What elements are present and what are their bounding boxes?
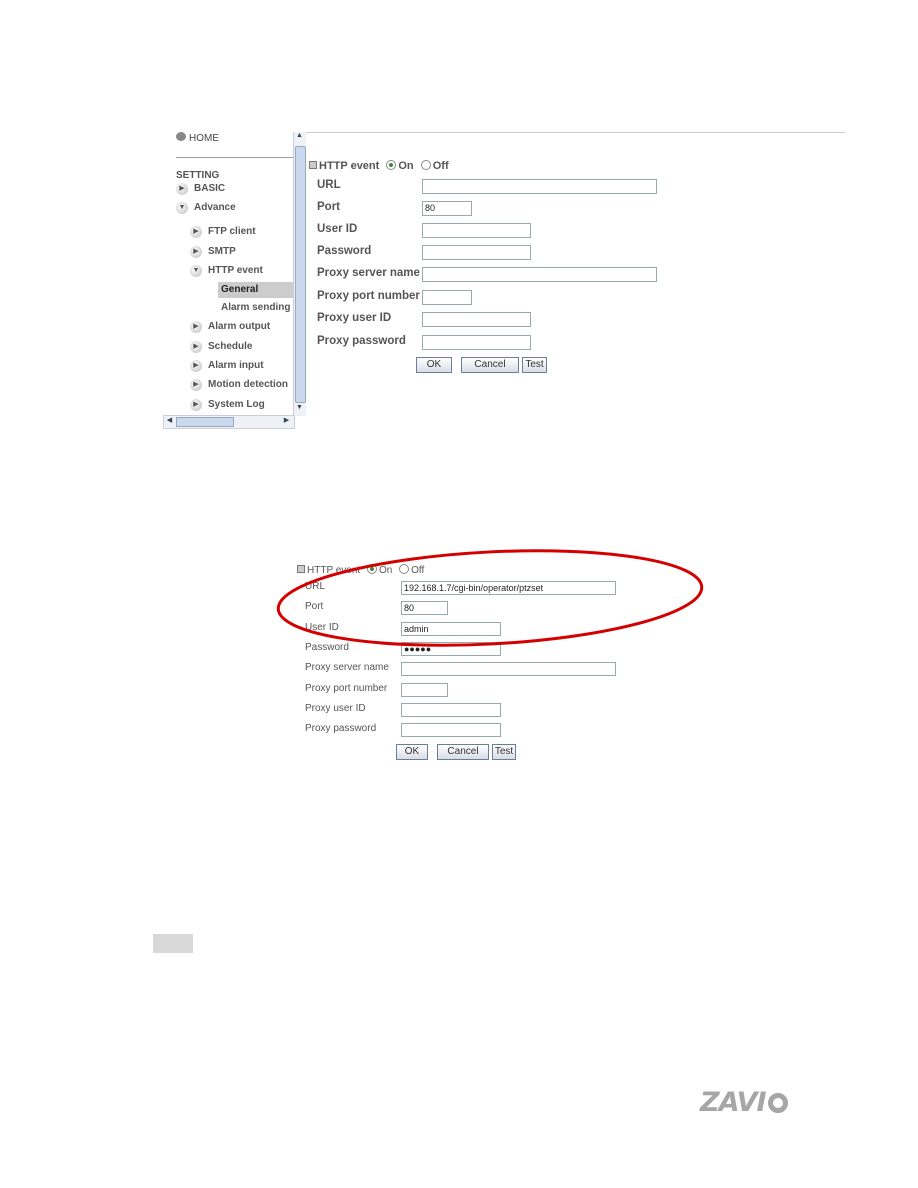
screenshot-2: HTTP event On Off URL 192.168.1.7/cgi-bin… — [276, 549, 720, 765]
port-input[interactable]: 80 — [422, 201, 472, 216]
test-button[interactable]: Test — [492, 744, 516, 760]
user-id-label: User ID — [317, 223, 358, 235]
expand-right-icon[interactable]: ▶ — [190, 399, 202, 411]
sidebar-item-http-event[interactable]: HTTP event — [208, 265, 263, 276]
password-input[interactable] — [422, 245, 531, 260]
highlight-ellipse — [276, 549, 704, 647]
scroll-thumb-h[interactable] — [176, 417, 234, 427]
sidebar-item-system-log[interactable]: System Log — [208, 399, 265, 410]
sidebar: HOME SETTING ▶ BASIC ▼ Advance ▶ FTP client ▶ S… — [163, 128, 306, 430]
scroll-right-arrow[interactable]: ▶ — [281, 416, 292, 424]
bullet-icon — [309, 161, 317, 169]
expand-right-icon[interactable]: ▶ — [176, 183, 188, 195]
expand-right-icon[interactable]: ▶ — [190, 341, 202, 353]
password-label: Password — [317, 245, 372, 257]
scroll-down-arrow[interactable]: ▼ — [294, 404, 305, 415]
scroll-thumb[interactable] — [295, 146, 306, 403]
ok-button[interactable]: OK — [416, 357, 452, 373]
cancel-button[interactable]: Cancel — [461, 357, 519, 373]
manual-page: HOME SETTING ▶ BASIC ▼ Advance ▶ FTP client ▶ S… — [0, 0, 918, 1188]
zavio-logo: ZAVI — [700, 1087, 788, 1118]
scroll-up-arrow[interactable]: ▲ — [294, 132, 305, 143]
ok-button[interactable]: OK — [396, 744, 428, 760]
proxy-user-id-label: Proxy user ID — [305, 703, 366, 714]
proxy-user-id-label: Proxy user ID — [317, 312, 392, 324]
user-id-input[interactable] — [422, 223, 531, 238]
proxy-password-label: Proxy password — [317, 335, 406, 347]
proxy-user-id-input[interactable] — [401, 703, 501, 717]
http-event-header: HTTP event On Off — [309, 160, 449, 172]
top-divider — [305, 132, 845, 133]
vertical-scrollbar[interactable]: ▲ ▼ — [293, 132, 306, 416]
sidebar-item-basic[interactable]: BASIC — [194, 183, 225, 194]
proxy-server-name-input[interactable] — [422, 267, 657, 282]
sidebar-item-schedule[interactable]: Schedule — [208, 341, 252, 352]
on-radio[interactable] — [386, 160, 397, 170]
proxy-password-input[interactable] — [422, 335, 531, 350]
sidebar-item-alarm-output[interactable]: Alarm output — [208, 321, 270, 332]
sidebar-divider — [176, 157, 293, 158]
sidebar-item-advance[interactable]: Advance — [194, 202, 236, 213]
off-radio[interactable] — [420, 160, 431, 170]
url-label: URL — [317, 179, 341, 191]
horizontal-scrollbar[interactable]: ◀ ▶ — [163, 415, 295, 429]
sidebar-item-ftp-client[interactable]: FTP client — [208, 226, 256, 237]
expand-right-icon[interactable]: ▶ — [190, 321, 202, 333]
sidebar-item-smtp[interactable]: SMTP — [208, 246, 236, 257]
sidebar-item-alarm-sending[interactable]: Alarm sending — [221, 302, 290, 313]
expand-right-icon[interactable]: ▶ — [190, 226, 202, 238]
proxy-password-input[interactable] — [401, 723, 501, 737]
expand-right-icon[interactable]: ▶ — [190, 246, 202, 258]
proxy-port-number-label: Proxy port number — [317, 290, 420, 302]
gray-marker — [153, 934, 193, 953]
proxy-port-number-input[interactable] — [401, 683, 448, 697]
expand-right-icon[interactable]: ▶ — [190, 360, 202, 372]
expand-down-icon[interactable]: ▼ — [190, 265, 202, 277]
proxy-password-label: Proxy password — [305, 723, 377, 734]
home-link[interactable]: HOME — [189, 133, 219, 144]
proxy-server-name-label: Proxy server name — [317, 267, 420, 279]
port-label: Port — [317, 201, 340, 213]
home-icon — [176, 132, 186, 141]
expand-down-icon[interactable]: ▼ — [176, 202, 188, 214]
proxy-user-id-input[interactable] — [422, 312, 531, 327]
scroll-left-arrow[interactable]: ◀ — [164, 416, 175, 424]
screenshot-1: HOME SETTING ▶ BASIC ▼ Advance ▶ FTP client ▶ S… — [163, 128, 848, 433]
proxy-port-number-input[interactable] — [422, 290, 472, 305]
cancel-button[interactable]: Cancel — [437, 744, 489, 760]
setting-heading: SETTING — [176, 170, 220, 181]
test-button[interactable]: Test — [522, 357, 547, 373]
url-input[interactable] — [422, 179, 657, 194]
sidebar-item-alarm-input[interactable]: Alarm input — [208, 360, 264, 371]
sidebar-item-general[interactable]: General — [221, 284, 258, 295]
sidebar-item-motion-detection[interactable]: Motion detection — [208, 379, 288, 390]
proxy-port-number-label: Proxy port number — [305, 683, 388, 694]
expand-right-icon[interactable]: ▶ — [190, 379, 202, 391]
